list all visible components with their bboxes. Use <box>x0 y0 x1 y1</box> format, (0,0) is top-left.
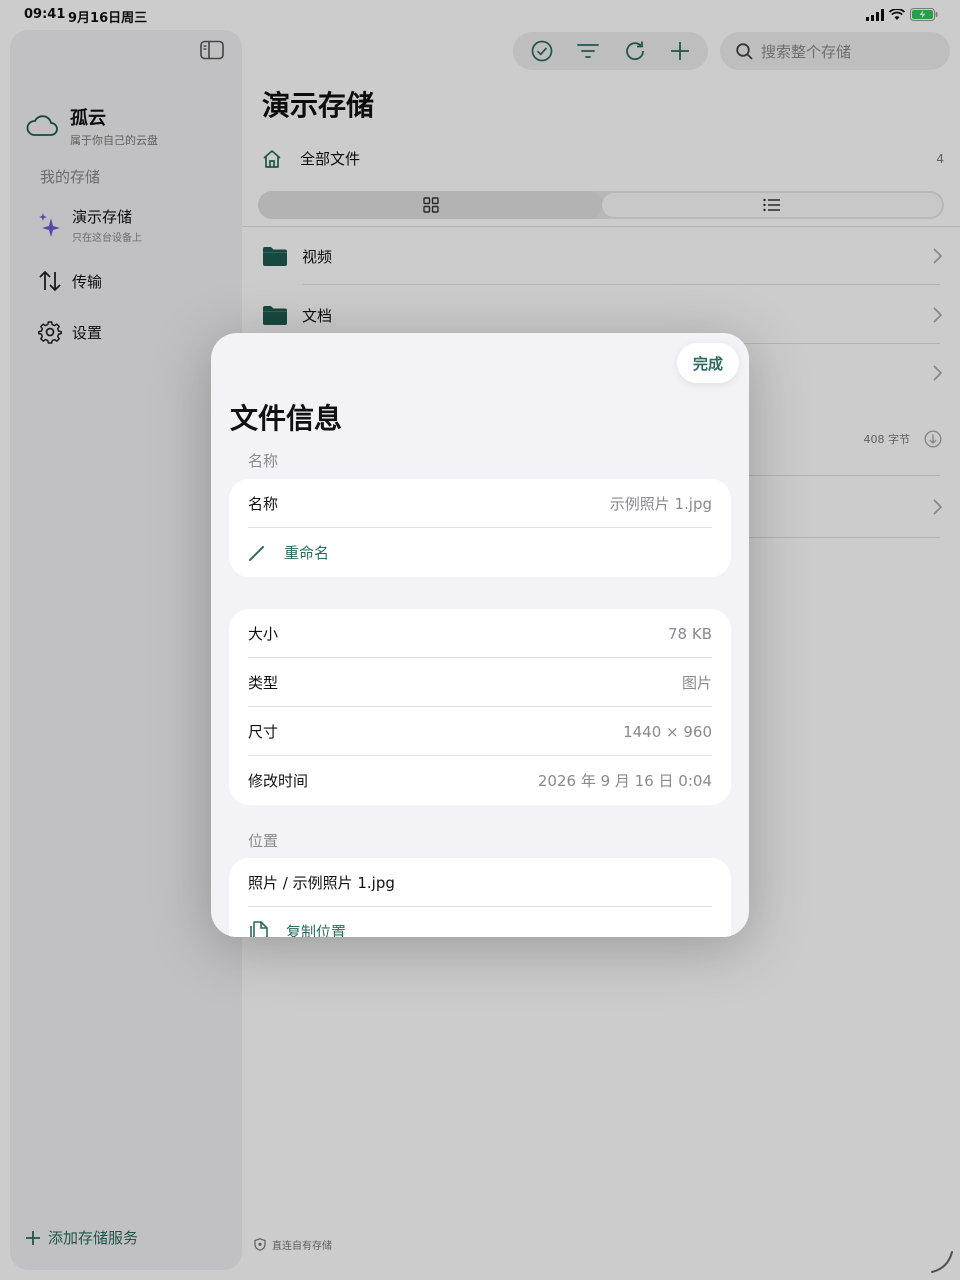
detail-row-size: 大小 78 KB <box>229 609 731 658</box>
detail-value: 图片 <box>681 674 712 692</box>
name-label: 名称 <box>248 495 279 513</box>
name-card: 名称 示例照片 1.jpg 重命名 <box>229 479 731 577</box>
location-row: 照片 / 示例照片 1.jpg <box>229 858 731 907</box>
detail-label: 类型 <box>248 674 279 692</box>
rename-label: 重命名 <box>284 544 330 562</box>
name-value: 示例照片 1.jpg <box>609 495 712 513</box>
detail-value: 2026 年 9 月 16 日 0:04 <box>537 772 712 790</box>
name-row: 名称 示例照片 1.jpg <box>229 479 731 528</box>
detail-row-dimensions: 尺寸 1440 × 960 <box>229 707 731 756</box>
location-card: 照片 / 示例照片 1.jpg 复制位置 <box>229 858 731 937</box>
detail-label: 修改时间 <box>248 772 309 790</box>
pencil-icon <box>249 545 264 561</box>
details-card: 大小 78 KB 类型 图片 尺寸 1440 × 960 修改时间 2026 年… <box>229 609 731 805</box>
detail-value: 1440 × 960 <box>623 722 712 741</box>
copy-document-icon <box>250 920 268 937</box>
done-button[interactable]: 完成 <box>677 343 739 383</box>
copy-location-label: 复制位置 <box>286 923 347 937</box>
detail-label: 大小 <box>248 625 279 643</box>
detail-label: 尺寸 <box>248 723 279 741</box>
copy-location-button[interactable]: 复制位置 <box>229 907 731 937</box>
detail-row-type: 类型 图片 <box>229 658 731 707</box>
location-section-header: 位置 <box>248 832 279 850</box>
rename-button[interactable]: 重命名 <box>229 528 731 577</box>
file-info-sheet: 完成 文件信息 名称 名称 示例照片 1.jpg 重命名 大小 78 KB 类型… <box>211 333 749 937</box>
sheet-title: 文件信息 <box>230 402 343 435</box>
detail-row-modified: 修改时间 2026 年 9 月 16 日 0:04 <box>229 756 731 805</box>
detail-value: 78 KB <box>668 624 712 643</box>
name-section-header: 名称 <box>248 452 279 470</box>
location-path: 照片 / 示例照片 1.jpg <box>248 874 395 892</box>
